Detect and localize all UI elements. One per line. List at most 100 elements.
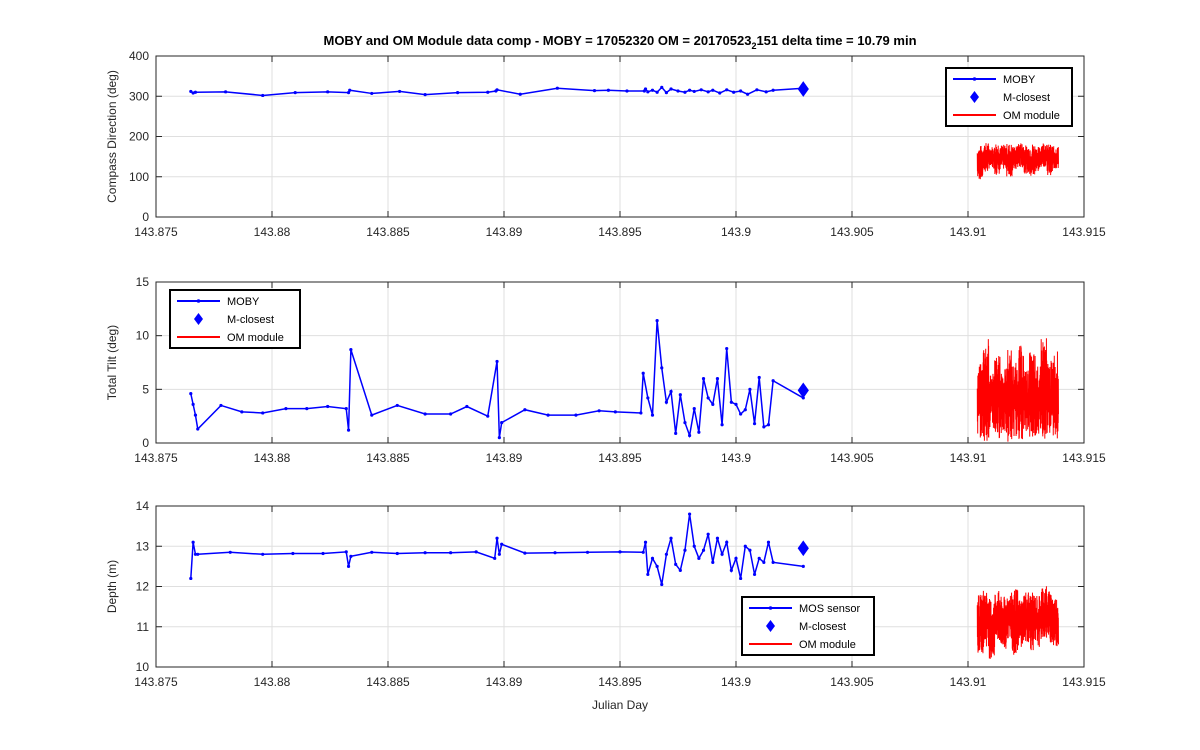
moby-point xyxy=(643,540,648,544)
moby-point xyxy=(669,389,673,394)
x-tick-label: 143.88 xyxy=(254,451,291,465)
moby-point xyxy=(732,90,736,94)
moby-point xyxy=(224,90,228,94)
moby-point xyxy=(692,89,696,94)
moby-point xyxy=(618,550,622,554)
legend-moby-dot xyxy=(196,299,201,303)
moby-point xyxy=(660,582,664,587)
moby-point xyxy=(766,423,771,427)
moby-point xyxy=(752,572,757,577)
x-tick-label: 143.91 xyxy=(950,451,987,465)
y-tick-label: 12 xyxy=(136,580,150,594)
moby-point xyxy=(739,576,743,581)
moby-point xyxy=(641,550,645,554)
moby-point xyxy=(669,87,673,91)
moby-point xyxy=(284,407,288,411)
x-tick-label: 143.88 xyxy=(254,675,291,689)
moby-point xyxy=(189,392,193,396)
legend-label: OM module xyxy=(1003,110,1060,122)
moby-point xyxy=(676,89,680,93)
om-module-line xyxy=(976,338,1059,442)
moby-point xyxy=(674,431,678,435)
moby-point xyxy=(646,572,650,577)
moby-point xyxy=(395,403,399,408)
moby-point xyxy=(193,413,198,417)
moby-point xyxy=(423,93,427,97)
moby-point xyxy=(193,90,198,94)
x-tick-label: 143.9 xyxy=(721,675,751,689)
moby-point xyxy=(449,412,453,416)
moby-point xyxy=(771,88,775,92)
moby-point xyxy=(683,90,687,94)
subplot-2: 143.875 143.88 143.885 143.89 143.895 143.9 14… xyxy=(105,275,1106,465)
moby-point xyxy=(321,551,325,556)
moby-point xyxy=(729,568,733,573)
x-tick-label: 143.885 xyxy=(366,675,410,689)
x-tick-label: 143.905 xyxy=(830,225,874,239)
moby-point xyxy=(748,387,752,391)
moby-point xyxy=(655,319,659,323)
x-tick-label: 143.915 xyxy=(1062,225,1106,239)
plot-area xyxy=(189,319,1059,442)
plot-area xyxy=(189,512,1059,659)
moby-point xyxy=(715,377,720,381)
moby-point xyxy=(625,89,629,93)
om-module-line xyxy=(976,143,1059,180)
y-axis-label: Depth (m) xyxy=(105,560,119,613)
x-axis-label: Julian Day xyxy=(592,698,648,712)
moby-point xyxy=(349,348,353,352)
moby-point xyxy=(718,91,722,95)
moby-point xyxy=(711,88,715,92)
moby-point xyxy=(734,402,738,406)
subplot-3: 143.875 143.88 143.885 143.89 143.895 143.9 14… xyxy=(105,499,1106,689)
moby-point xyxy=(688,433,692,438)
moby-point xyxy=(725,88,729,92)
m-closest-marker xyxy=(797,81,809,97)
moby-point xyxy=(748,548,752,552)
y-axis-label: Compass Direction (deg) xyxy=(105,70,119,203)
moby-point xyxy=(757,375,761,380)
y-tick-label: 400 xyxy=(129,49,149,63)
moby-point xyxy=(553,551,557,555)
x-tick-label: 143.875 xyxy=(134,675,178,689)
moby-point xyxy=(743,544,747,548)
moby-point xyxy=(720,552,724,556)
moby-point xyxy=(344,550,348,554)
legend: MOS sensor M-closest OM module xyxy=(741,596,875,656)
moby-point xyxy=(711,560,715,564)
moby-point xyxy=(699,88,703,92)
x-tick-label: 143.91 xyxy=(950,675,987,689)
moby-point xyxy=(697,430,701,434)
moby-point xyxy=(613,410,617,414)
moby-point xyxy=(678,568,682,573)
moby-point xyxy=(643,87,648,91)
moby-point xyxy=(518,92,522,96)
moby-point xyxy=(706,90,710,94)
moby-point xyxy=(486,414,490,418)
moby-point xyxy=(655,564,659,568)
moby-point xyxy=(650,88,655,92)
x-tick-label: 143.9 xyxy=(721,225,751,239)
moby-point xyxy=(646,396,650,400)
moby-point xyxy=(688,512,692,516)
moby-point xyxy=(486,90,490,94)
legend-label: MOBY xyxy=(227,296,260,308)
moby-point xyxy=(523,551,527,555)
moby-point xyxy=(495,536,499,540)
moby-point xyxy=(585,550,590,554)
moby-point xyxy=(664,91,669,95)
moby-point xyxy=(762,560,766,564)
moby-point xyxy=(597,409,601,413)
moby-point xyxy=(261,411,265,415)
y-tick-label: 15 xyxy=(136,275,150,289)
legend-label: OM module xyxy=(227,332,284,344)
moby-point xyxy=(326,90,330,94)
moby-point xyxy=(743,408,747,412)
moby-point xyxy=(395,551,399,556)
x-tick-label: 143.915 xyxy=(1062,451,1106,465)
moby-point xyxy=(746,92,750,96)
y-tick-label: 0 xyxy=(142,436,149,450)
moby-point xyxy=(692,544,696,548)
moby-point xyxy=(655,90,659,94)
x-tick-label: 143.905 xyxy=(830,675,874,689)
